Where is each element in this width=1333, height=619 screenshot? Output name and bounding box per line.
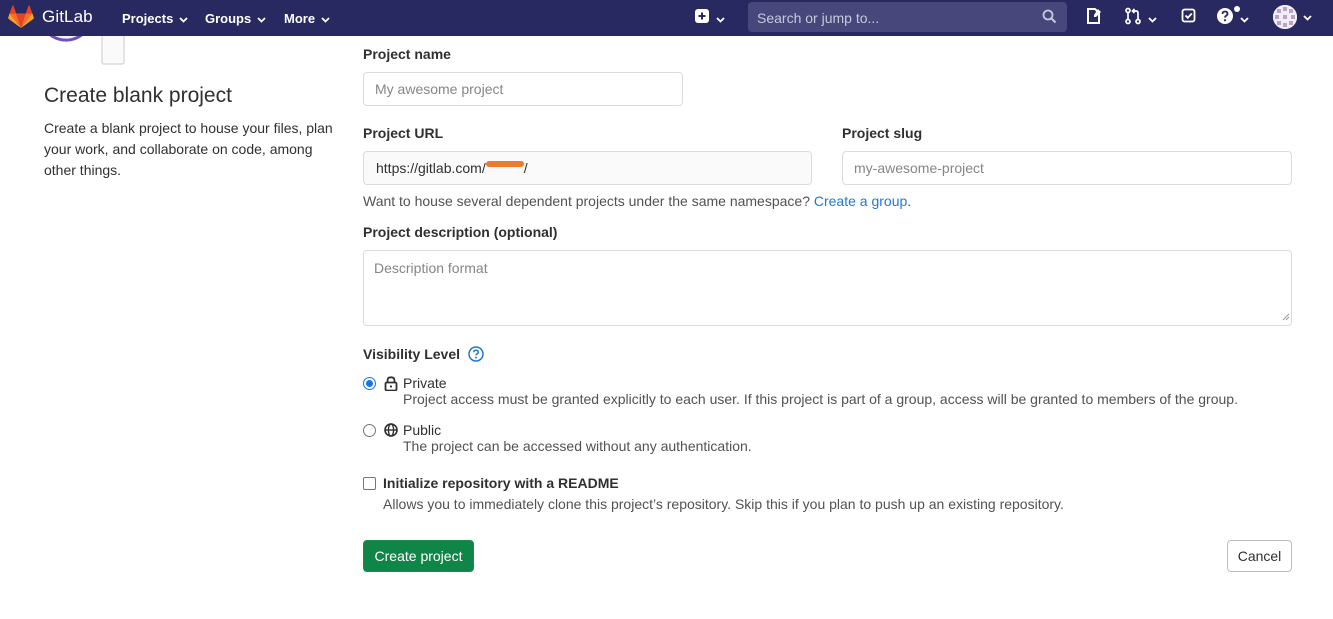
user-avatar [1273, 5, 1297, 29]
visibility-public-label[interactable]: Public [403, 422, 441, 438]
visibility-public-radio[interactable] [363, 424, 376, 437]
nav-projects-menu[interactable]: Projects [122, 0, 188, 36]
project-url-field[interactable]: https://gitlab.com/ / [363, 151, 812, 185]
create-group-link[interactable]: Create a group [814, 193, 907, 209]
page-description: Create a blank project to house your fil… [44, 120, 333, 178]
page-title: Create blank project [44, 84, 232, 107]
cancel-button[interactable]: Cancel [1227, 540, 1292, 572]
project-slug-input[interactable]: my-awesome-project [842, 151, 1292, 185]
question-circle-icon[interactable] [468, 346, 484, 365]
initialize-readme-description: Allows you to immediately clone this pro… [383, 496, 1064, 512]
project-slug-placeholder: my-awesome-project [854, 160, 984, 176]
chevron-down-icon [179, 11, 188, 26]
merge-requests-dropdown[interactable] [1124, 7, 1157, 30]
nav-more-label: More [284, 10, 316, 26]
todos-link[interactable] [1180, 7, 1198, 30]
nav-groups-menu[interactable]: Groups [205, 0, 266, 36]
project-name-label: Project name [363, 46, 451, 62]
redacted-namespace [485, 161, 524, 168]
visibility-public-description: The project can be accessed without any … [403, 438, 752, 454]
create-project-button[interactable]: Create project [363, 540, 474, 572]
user-menu-dropdown[interactable] [1273, 5, 1312, 29]
nav-groups-label: Groups [205, 10, 252, 26]
globe-icon [384, 423, 398, 442]
top-navbar: GitLab Projects Groups More Search or ju… [0, 0, 1333, 36]
plus-square-icon [694, 8, 710, 29]
resize-grip-icon[interactable] [1281, 308, 1290, 324]
chevron-down-icon [716, 10, 725, 28]
search-icon [1042, 9, 1057, 29]
project-url-label: Project URL [363, 125, 444, 141]
namespace-help-text: Want to house several dependent projects… [363, 193, 810, 209]
search-input[interactable]: Search or jump to... [748, 2, 1067, 32]
help-icon [1216, 7, 1234, 30]
nav-projects-label: Projects [122, 10, 174, 26]
project-url-prefix: https://gitlab.com/ [376, 160, 486, 176]
project-name-placeholder: My awesome project [375, 81, 504, 97]
chevron-down-icon [321, 11, 330, 26]
chevron-down-icon [1303, 8, 1312, 26]
namespace-help-end: . [907, 193, 912, 209]
visibility-private-radio[interactable] [363, 377, 376, 390]
merge-request-icon [1124, 7, 1142, 30]
blank-project-illustration [40, 36, 130, 68]
chevron-down-icon [1148, 10, 1157, 28]
new-item-dropdown[interactable] [694, 8, 725, 29]
visibility-level-label: Visibility Level [363, 346, 484, 365]
notification-dot [1234, 6, 1240, 12]
lock-icon [384, 376, 398, 396]
issues-icon [1085, 7, 1103, 30]
project-slug-label: Project slug [842, 125, 923, 141]
issues-link[interactable] [1085, 7, 1103, 30]
gitlab-brand: GitLab [42, 7, 93, 26]
gitlab-logo-icon [8, 5, 34, 29]
search-placeholder: Search or jump to... [757, 10, 880, 26]
visibility-level-text: Visibility Level [363, 346, 461, 363]
chevron-down-icon [1240, 10, 1249, 28]
initialize-readme-checkbox[interactable] [363, 477, 376, 490]
initialize-readme-label[interactable]: Initialize repository with a README [383, 475, 619, 491]
description-placeholder: Description format [374, 260, 488, 276]
todo-check-icon [1180, 7, 1198, 30]
visibility-private-label[interactable]: Private [403, 375, 447, 391]
nav-more-menu[interactable]: More [284, 0, 330, 36]
help-dropdown[interactable] [1216, 7, 1249, 30]
project-description-textarea[interactable]: Description format [363, 250, 1292, 326]
chevron-down-icon [257, 11, 266, 26]
namespace-help: Want to house several dependent projects… [363, 193, 911, 209]
project-name-input[interactable]: My awesome project [363, 72, 683, 106]
project-url-suffix: / [523, 160, 528, 176]
visibility-private-description: Project access must be granted explicitl… [403, 391, 1238, 407]
project-description-label: Project description (optional) [363, 224, 558, 240]
gitlab-home-link[interactable]: GitLab [8, 5, 93, 29]
